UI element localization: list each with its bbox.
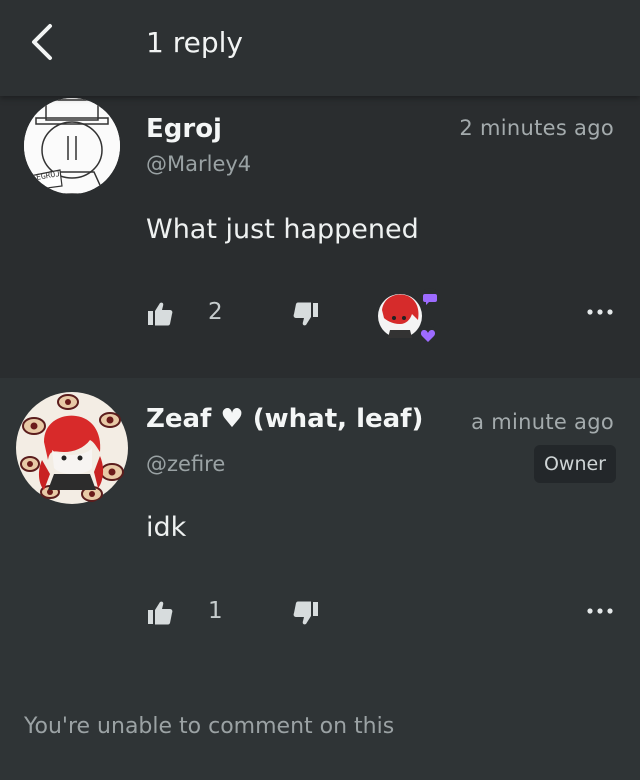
like-button[interactable] — [146, 599, 174, 627]
more-options-icon — [587, 309, 613, 315]
top-bar: 1 reply — [0, 0, 640, 96]
owner-reaction[interactable] — [372, 280, 444, 352]
comment-card: EGROJ Egroj @Marley4 2 minutes ago What … — [0, 96, 640, 378]
comment-text: What just happened — [146, 214, 419, 245]
owner-badge: Owner — [533, 445, 616, 483]
comment-handle[interactable]: @zefire — [146, 452, 225, 476]
back-arrow-icon — [32, 24, 52, 60]
avatar[interactable]: EGROJ — [24, 98, 120, 194]
comment-card: Zeaf ♥ (what, leaf) @zefire a minute ago… — [0, 378, 640, 676]
comment-actions: 1 — [0, 593, 640, 633]
dislike-button[interactable] — [292, 599, 320, 627]
like-count: 1 — [208, 598, 223, 624]
comment-timestamp: a minute ago — [471, 410, 614, 434]
comment-text: idk — [146, 512, 187, 543]
more-options-button[interactable] — [584, 597, 616, 625]
comment-author[interactable]: Zeaf ♥ (what, leaf) — [146, 404, 423, 434]
thumbs-down-icon — [293, 302, 318, 326]
more-options-button[interactable] — [584, 298, 616, 326]
thumbs-down-icon — [293, 601, 318, 625]
thumbs-up-icon — [148, 302, 173, 326]
comment-actions: 2 — [0, 288, 640, 346]
back-button[interactable] — [22, 20, 66, 64]
avatar[interactable] — [14, 390, 130, 506]
like-button[interactable] — [146, 300, 174, 328]
page-title: 1 reply — [146, 26, 243, 59]
comment-handle[interactable]: @Marley4 — [146, 152, 251, 176]
dislike-button[interactable] — [292, 300, 320, 328]
comment-disabled-notice: You're unable to comment on this — [24, 714, 395, 739]
thumbs-up-icon — [148, 601, 173, 625]
more-options-icon — [587, 608, 613, 614]
comment-footer: You're unable to comment on this — [0, 676, 640, 780]
comment-timestamp: 2 minutes ago — [459, 116, 614, 140]
comment-author[interactable]: Egroj — [146, 114, 222, 144]
like-count: 2 — [208, 299, 223, 325]
